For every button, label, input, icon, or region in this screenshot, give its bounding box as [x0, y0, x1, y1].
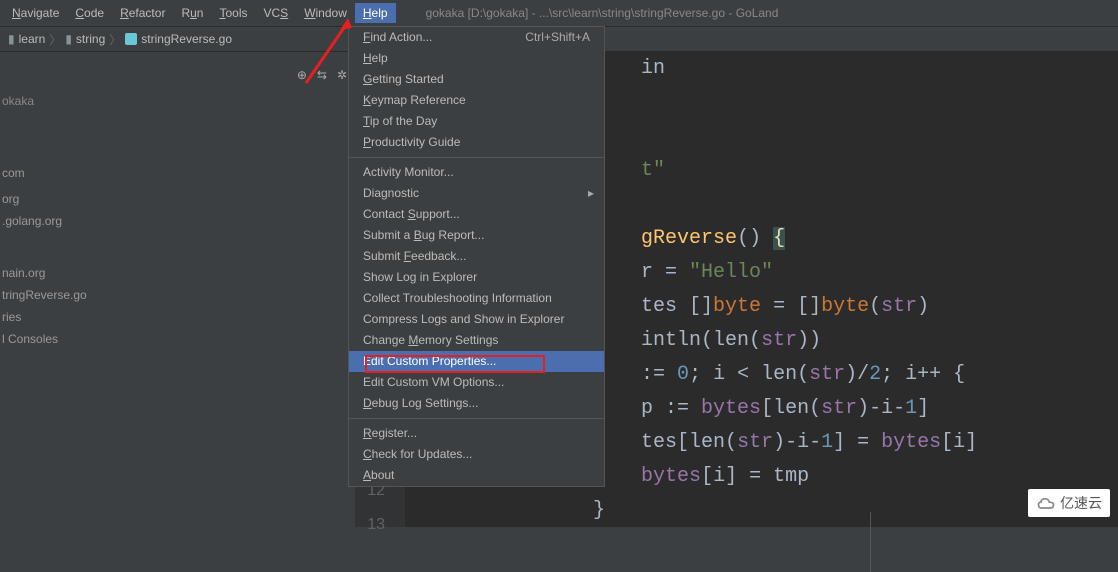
menu-window[interactable]: Window	[296, 3, 355, 23]
menu-separator	[349, 418, 604, 419]
help-menu-dropdown: Find Action...Ctrl+Shift+AHelpGetting St…	[348, 26, 605, 487]
breadcrumb-item[interactable]: stringReverse.go	[141, 32, 232, 46]
watermark: 亿速云	[1028, 489, 1110, 517]
menu-item[interactable]: Tip of the Day	[349, 111, 604, 132]
menu-item[interactable]: Compress Logs and Show in Explorer	[349, 309, 604, 330]
menu-item[interactable]: Show Log in Explorer	[349, 267, 604, 288]
menu-item[interactable]: Edit Custom Properties...	[349, 351, 604, 372]
sidebar-item[interactable]: tringReverse.go	[0, 284, 347, 306]
sidebar-item[interactable]: org	[0, 188, 347, 210]
menu-vcs[interactable]: VCS	[256, 3, 297, 23]
menu-code[interactable]: Code	[67, 3, 112, 23]
settings-icon[interactable]: ✲	[337, 68, 347, 82]
menu-item[interactable]: Submit a Bug Report...	[349, 225, 604, 246]
menu-item[interactable]: Find Action...Ctrl+Shift+A	[349, 27, 604, 48]
menu-run[interactable]: Run	[173, 3, 211, 23]
menu-item[interactable]: Activity Monitor...	[349, 162, 604, 183]
menu-item[interactable]: About	[349, 465, 604, 486]
filter-icon[interactable]: ⇆	[317, 68, 327, 82]
menu-item[interactable]: Debug Log Settings...	[349, 393, 604, 414]
menu-help[interactable]: Help	[355, 3, 396, 23]
menu-item[interactable]: Productivity Guide	[349, 132, 604, 153]
menu-item[interactable]: Collect Troubleshooting Information	[349, 288, 604, 309]
breadcrumb-item[interactable]: learn	[19, 32, 46, 46]
sidebar-item[interactable]: ries	[0, 306, 347, 328]
sidebar-item[interactable]: .golang.org	[0, 210, 347, 232]
chevron-right-icon: 〉	[109, 31, 121, 48]
menu-tools[interactable]: Tools	[211, 3, 255, 23]
project-sidebar: ⊕ ⇆ ✲ okaka com org .golang.org nain.org…	[0, 52, 355, 527]
menu-item[interactable]: Edit Custom VM Options...	[349, 372, 604, 393]
window-title: gokaka [D:\gokaka] - ...\src\learn\strin…	[426, 6, 779, 20]
menu-item[interactable]: Change Memory Settings	[349, 330, 604, 351]
sidebar-item[interactable]: com	[0, 162, 347, 184]
sidebar-title: okaka	[0, 90, 347, 112]
menu-item[interactable]: Contact Support...	[349, 204, 604, 225]
menu-item[interactable]: Getting Started	[349, 69, 604, 90]
chevron-right-icon: ▸	[588, 183, 594, 204]
menu-separator	[349, 157, 604, 158]
target-icon[interactable]: ⊕	[297, 68, 307, 82]
menu-item[interactable]: Keymap Reference	[349, 90, 604, 111]
breadcrumb-item[interactable]: string	[76, 32, 105, 46]
folder-icon: ▮	[65, 32, 72, 46]
menubar: NavigateCodeRefactorRunToolsVCSWindowHel…	[0, 0, 1118, 26]
menu-item[interactable]: Help	[349, 48, 604, 69]
menu-item[interactable]: Check for Updates...	[349, 444, 604, 465]
folder-icon: ▮	[8, 32, 15, 46]
chevron-right-icon: 〉	[49, 31, 61, 48]
menu-item[interactable]: Diagnostic▸	[349, 183, 604, 204]
go-file-icon	[125, 33, 137, 45]
menu-item[interactable]: Register...	[349, 423, 604, 444]
menu-item[interactable]: Submit Feedback...	[349, 246, 604, 267]
sidebar-item[interactable]: l Consoles	[0, 328, 347, 350]
menu-navigate[interactable]: Navigate	[4, 3, 67, 23]
sidebar-item[interactable]: nain.org	[0, 262, 347, 284]
menu-refactor[interactable]: Refactor	[112, 3, 173, 23]
